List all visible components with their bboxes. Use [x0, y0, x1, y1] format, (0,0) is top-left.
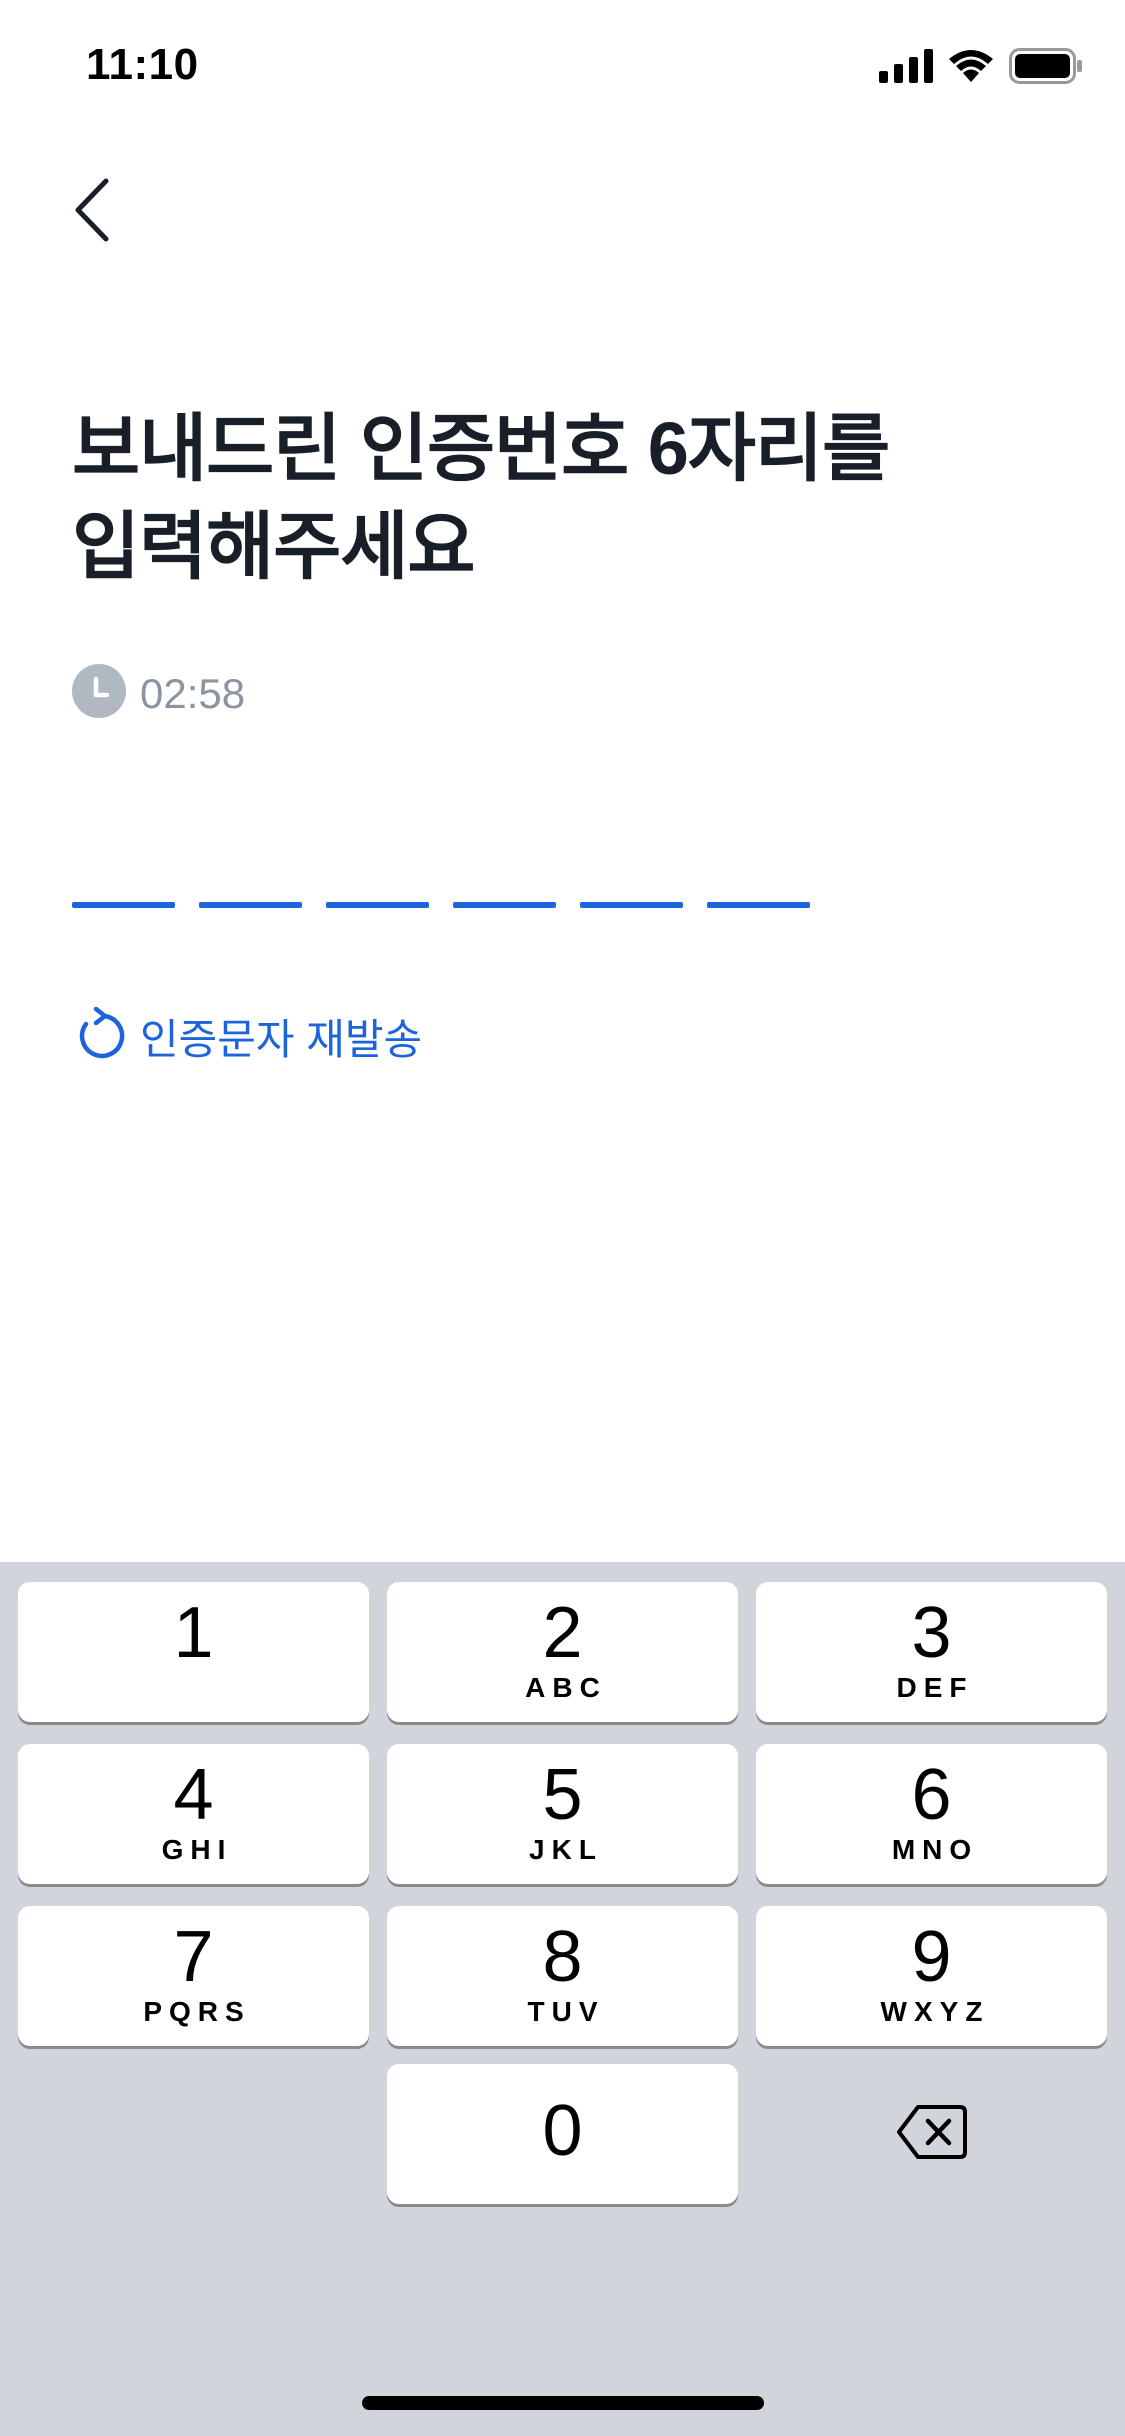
key-digit: 0 [542, 2091, 583, 2171]
key-letters: MNO [891, 1834, 979, 1865]
battery-icon [1009, 48, 1083, 89]
code-slot [72, 902, 175, 908]
back-button[interactable] [60, 170, 124, 254]
page-title-line-1: 보내드린 인증번호 6자리를 [72, 407, 890, 490]
numeric-keypad: 1 2 ABC 3 DEF 4 GHI 5 JKL 6 MNO 7 PQRS 8 [0, 1562, 1125, 2436]
key-digit: 5 [542, 1755, 583, 1835]
key-digit: 6 [911, 1755, 952, 1835]
refresh-icon [74, 1006, 126, 1067]
page-title-line-2: 입력해주세요 [72, 505, 475, 588]
key-8[interactable]: 8 TUV [387, 1906, 738, 2046]
status-bar: 11:10 [0, 0, 1125, 132]
key-letters: TUV [527, 1996, 605, 2027]
resend-sms-button[interactable]: 인증문자 재발송 [74, 1006, 422, 1067]
key-digit: 1 [173, 1593, 214, 1673]
key-letters: GHI [161, 1834, 233, 1865]
key-letters: WXYZ [880, 1996, 990, 2027]
key-letters: DEF [896, 1672, 974, 1703]
key-2[interactable]: 2 ABC [387, 1582, 738, 1722]
key-digit: 4 [173, 1755, 214, 1835]
key-7[interactable]: 7 PQRS [18, 1906, 369, 2046]
code-slot [199, 902, 302, 908]
key-1[interactable]: 1 [18, 1582, 369, 1722]
key-letters: PQRS [143, 1996, 251, 2027]
key-digit: 3 [911, 1593, 952, 1673]
key-9[interactable]: 9 WXYZ [756, 1906, 1107, 2046]
code-slot [580, 902, 683, 908]
key-digit: 2 [542, 1593, 583, 1673]
code-slot [326, 902, 429, 908]
key-digit: 8 [542, 1917, 583, 1997]
status-icons [879, 48, 1083, 89]
timer-remaining: 02:58 [140, 669, 246, 717]
countdown-timer: 02:58 [72, 664, 245, 723]
code-slot [453, 902, 556, 908]
key-digit: 7 [173, 1917, 214, 1997]
key-5[interactable]: 5 JKL [387, 1744, 738, 1884]
key-3[interactable]: 3 DEF [756, 1582, 1107, 1722]
resend-label: 인증문자 재발송 [140, 1016, 423, 1063]
chevron-left-icon [72, 177, 112, 248]
page-title: 보내드린 인증번호 6자리를 입력해주세요 [72, 400, 1052, 596]
key-0[interactable]: 0 [387, 2064, 738, 2204]
key-letters: JKL [529, 1834, 603, 1865]
signal-icon [879, 49, 933, 88]
clock-icon [72, 664, 126, 723]
backspace-button[interactable] [756, 2064, 1107, 2204]
code-slot [707, 902, 810, 908]
key-6[interactable]: 6 MNO [756, 1744, 1107, 1884]
wifi-icon [947, 48, 995, 89]
backspace-icon [896, 2104, 968, 2165]
key-letters: ABC [525, 1672, 607, 1703]
status-time: 11:10 [86, 40, 199, 89]
verification-screen: 11:10 보내드린 인증번호 6자리를 입력해주세요 02:58 인증문자 재… [0, 0, 1125, 2436]
home-indicator [362, 2396, 764, 2410]
key-digit: 9 [911, 1917, 952, 1997]
key-4[interactable]: 4 GHI [18, 1744, 369, 1884]
verification-code-input[interactable] [72, 902, 810, 908]
